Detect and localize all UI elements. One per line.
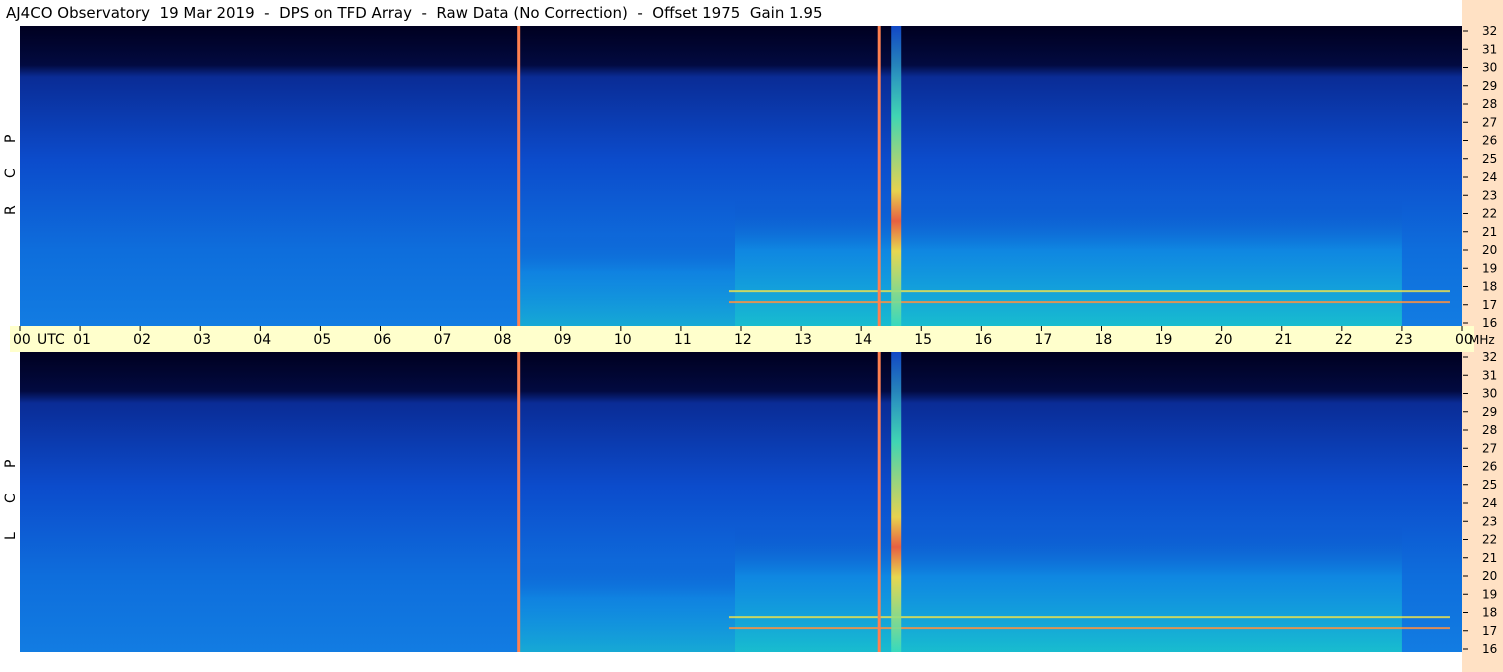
noise-band-17.2mhz xyxy=(728,627,1450,630)
polarization-letter: R xyxy=(3,205,19,215)
time-tick-label: 23 xyxy=(1395,332,1413,348)
time-tick-label: 21 xyxy=(1275,332,1293,348)
time-tick-label: 07 xyxy=(434,332,452,348)
freq-tick-label: 25 xyxy=(1482,152,1497,166)
time-tick-label: 02 xyxy=(133,332,151,348)
freq-tick-label: 24 xyxy=(1482,170,1497,184)
freq-tick-label: 22 xyxy=(1482,207,1497,221)
freq-tick-label: 18 xyxy=(1482,606,1497,620)
daytime-noise-region xyxy=(734,526,1402,652)
time-tick-label: 03 xyxy=(193,332,211,348)
freq-tick-label: 16 xyxy=(1482,316,1497,330)
freq-tick-label: 17 xyxy=(1482,298,1497,312)
time-tick-label: 10 xyxy=(614,332,632,348)
freq-tick-label: 26 xyxy=(1482,134,1497,148)
freq-tick-label: 23 xyxy=(1482,514,1497,528)
polarization-letter: C xyxy=(3,168,19,178)
freq-tick-label: 20 xyxy=(1482,243,1497,257)
freq-tick-label: 29 xyxy=(1482,79,1497,93)
freq-tick-label: 32 xyxy=(1482,24,1497,38)
freq-tick-label: 21 xyxy=(1482,551,1497,565)
time-tick-label: 17 xyxy=(1034,332,1052,348)
time-tick-label: 12 xyxy=(734,332,752,348)
freq-tick-label: 32 xyxy=(1482,350,1497,364)
freq-tick-label: 19 xyxy=(1482,261,1497,275)
time-tick-label: 18 xyxy=(1095,332,1113,348)
time-tick-label: 08 xyxy=(494,332,512,348)
freq-tick-label: 31 xyxy=(1482,368,1497,382)
time-tick-label: 09 xyxy=(554,332,572,348)
spectrogram-panel-lcp xyxy=(20,352,1462,652)
interference-line xyxy=(877,352,881,652)
morning-noise-region xyxy=(518,236,735,326)
freq-tick-label: 27 xyxy=(1482,441,1497,455)
polarization-letter: P xyxy=(3,460,19,468)
utc-label: UTC xyxy=(37,332,65,348)
interference-line xyxy=(877,26,881,326)
freq-tick-label: 18 xyxy=(1482,280,1497,294)
daytime-noise-region xyxy=(734,200,1402,326)
freq-tick-label: 26 xyxy=(1482,460,1497,474)
emission-burst xyxy=(891,352,902,652)
interference-line xyxy=(517,26,521,326)
freq-tick-label: 28 xyxy=(1482,97,1497,111)
time-tick-label: 15 xyxy=(914,332,932,348)
freq-tick-label: 22 xyxy=(1482,533,1497,547)
interference-line xyxy=(517,352,521,652)
polarization-letter: C xyxy=(3,493,19,503)
freq-tick-label: 20 xyxy=(1482,569,1497,583)
spectrogram-chart: 32 31 30 29 28 27 26 25 24 23 22 21 20 19 18 17 16 32 31 30… xyxy=(3,24,1497,656)
freq-tick-label: 25 xyxy=(1482,478,1497,492)
polarization-letter: L xyxy=(3,532,19,540)
freq-tick-label: 16 xyxy=(1482,642,1497,656)
freq-tick-label: 30 xyxy=(1482,387,1497,401)
time-tick-label: 22 xyxy=(1335,332,1353,348)
time-tick-label: 05 xyxy=(313,332,331,348)
time-tick-label: 20 xyxy=(1215,332,1233,348)
mhz-unit-label: MHz xyxy=(1469,333,1495,347)
time-tick-label: 04 xyxy=(253,332,271,348)
time-tick-label: 06 xyxy=(374,332,392,348)
time-tick-label: 19 xyxy=(1155,332,1173,348)
freq-tick-label: 28 xyxy=(1482,423,1497,437)
freq-tick-label: 21 xyxy=(1482,225,1497,239)
morning-noise-region xyxy=(518,562,735,652)
freq-tick-label: 30 xyxy=(1482,61,1497,75)
freq-tick-label: 24 xyxy=(1482,496,1497,510)
noise-band-17.2mhz xyxy=(728,301,1450,304)
freq-tick-label: 31 xyxy=(1482,42,1497,56)
time-tick-label: 01 xyxy=(73,332,91,348)
freq-tick-label: 29 xyxy=(1482,405,1497,419)
freq-tick-label: 27 xyxy=(1482,115,1497,129)
time-tick-label: 14 xyxy=(854,332,872,348)
time-tick-label: 16 xyxy=(974,332,992,348)
time-tick-label: 11 xyxy=(674,332,692,348)
polarization-letter: P xyxy=(3,135,19,143)
freq-tick-label: 19 xyxy=(1482,587,1497,601)
noise-band-17.8mhz xyxy=(728,616,1450,619)
emission-burst xyxy=(891,26,902,326)
freq-tick-label: 17 xyxy=(1482,624,1497,638)
noise-band-17.8mhz xyxy=(728,290,1450,293)
time-tick-label: 13 xyxy=(794,332,812,348)
freq-tick-label: 23 xyxy=(1482,188,1497,202)
time-tick-label: 00 xyxy=(13,332,31,348)
spectrogram-panel-rcp xyxy=(20,26,1462,326)
